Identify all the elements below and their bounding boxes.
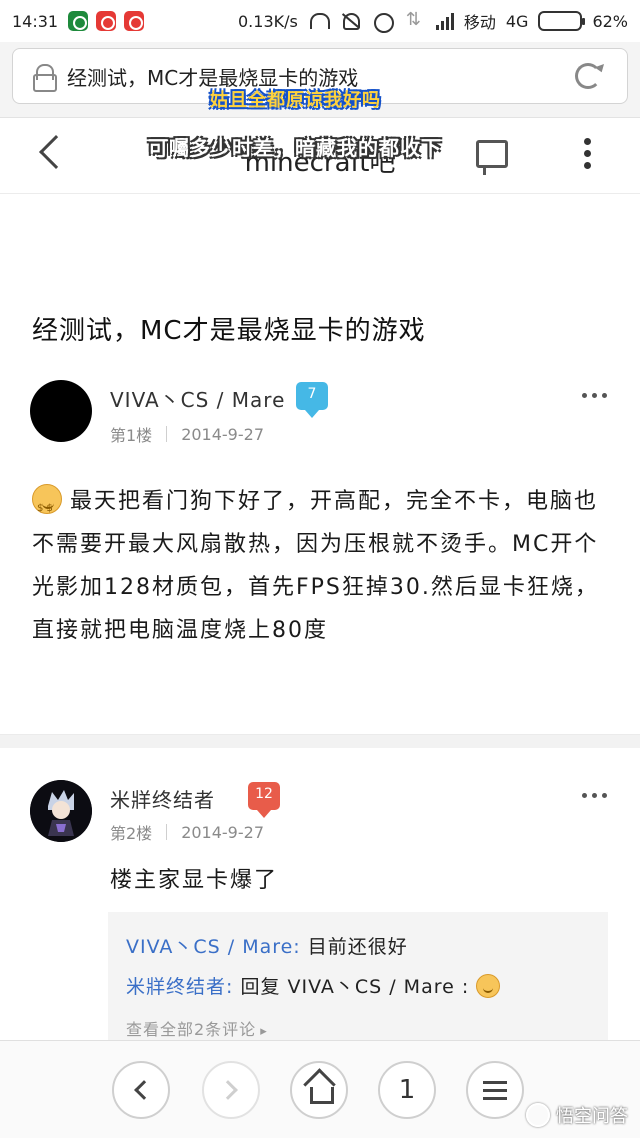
view-all-comments-link[interactable]: 查看全部2条评论	[126, 1016, 268, 1040]
more-options-icon[interactable]	[582, 393, 607, 398]
bottom-toolbar: 1 悟空问答	[0, 1040, 640, 1138]
post-date: 2014-9-27	[181, 822, 264, 842]
network-speed: 0.13K/s	[238, 11, 298, 31]
notification-app-icon	[68, 11, 89, 31]
menu-button[interactable]	[466, 1061, 524, 1119]
meta-divider	[166, 824, 168, 840]
mute-icon	[340, 11, 362, 31]
username[interactable]: 米牂终结者	[110, 784, 215, 813]
status-time: 14:31	[12, 11, 59, 31]
status-right: 0.13K/s 移动 4G 62%	[238, 9, 628, 33]
floor-number: 第2楼	[110, 824, 153, 843]
post-text: 最天把看门狗下好了，开高配，完全不卡，电脑也不需要开最大风扇散热，因为压根就不烫…	[32, 489, 599, 643]
subcomment[interactable]: VIVA丶CS / Mare: 目前还很好	[126, 932, 408, 959]
post-content: 最天把看门狗下好了，开高配，完全不卡，电脑也不需要开最大风扇散热，因为压根就不烫…	[32, 480, 612, 652]
overlay-caption: 姑且全都原谅我好吗	[210, 90, 381, 111]
data-transfer-icon	[404, 9, 426, 31]
avatar[interactable]	[30, 380, 92, 442]
alarm-icon	[372, 11, 394, 33]
floor-number: 第1楼	[110, 426, 153, 445]
headphone-icon	[308, 11, 330, 31]
floor-meta: 第2楼 2014-9-27	[110, 820, 264, 844]
wukong-logo-icon	[526, 1103, 550, 1127]
overlay-caption: 可囑多少时差，暗藏我的都收下	[148, 136, 442, 160]
subcomment-box: VIVA丶CS / Mare: 目前还很好 米牂终结者: 回复 VIVA丶CS …	[108, 912, 608, 1042]
subcomment-author[interactable]: VIVA丶CS / Mare:	[126, 936, 301, 958]
battery-icon	[538, 11, 586, 31]
level-badge: 7	[296, 382, 328, 418]
subcomment-text: 回复 VIVA丶CS / Mare :	[233, 976, 477, 998]
lock-icon	[33, 64, 57, 92]
signal-icon	[435, 12, 454, 30]
forward-button[interactable]	[202, 1061, 260, 1119]
status-bar: 14:31 0.13K/s 移动 4G 62%	[0, 0, 640, 42]
more-options-icon[interactable]	[582, 793, 607, 798]
level-badge: 12	[248, 782, 280, 818]
notification-app-icon	[96, 11, 117, 31]
battery-percent: 62%	[592, 11, 628, 31]
comment-icon[interactable]	[476, 140, 508, 175]
post-date: 2014-9-27	[181, 424, 264, 444]
post-title: 经测试，MC才是最烧显卡的游戏	[32, 316, 426, 346]
notification-app-icon	[124, 11, 145, 31]
back-button[interactable]	[112, 1061, 170, 1119]
reload-icon[interactable]	[575, 63, 601, 89]
arrow-left-icon	[134, 1080, 154, 1100]
carrier-name: 移动	[463, 13, 496, 32]
tab-count: 1	[398, 1075, 416, 1105]
subcomment-author[interactable]: 米牂终结者:	[126, 976, 233, 998]
avatar[interactable]	[30, 780, 92, 842]
watermark-text: 悟空问答	[556, 1106, 628, 1127]
menu-icon	[483, 1076, 507, 1105]
floor-meta: 第1楼 2014-9-27	[110, 422, 264, 446]
subcomment[interactable]: 米牂终结者: 回复 VIVA丶CS / Mare :	[126, 972, 501, 999]
reply-content: 楼主家显卡爆了	[110, 868, 279, 893]
subcomment-text: 目前还很好	[300, 936, 408, 958]
smile-emoji-icon	[476, 974, 501, 998]
section-divider	[0, 734, 640, 748]
anime-avatar-icon	[30, 780, 92, 842]
watermark: 悟空问答	[526, 1102, 628, 1128]
more-menu-icon[interactable]	[584, 138, 592, 174]
home-icon	[306, 1081, 334, 1104]
meta-divider	[166, 426, 168, 442]
network-type: 4G	[505, 11, 529, 31]
arrow-right-icon	[218, 1080, 238, 1100]
money-face-emoji-icon	[32, 484, 62, 530]
tabs-button[interactable]: 1	[378, 1061, 436, 1119]
home-button[interactable]	[290, 1061, 348, 1119]
username[interactable]: VIVA丶CS / Mare	[110, 384, 285, 413]
